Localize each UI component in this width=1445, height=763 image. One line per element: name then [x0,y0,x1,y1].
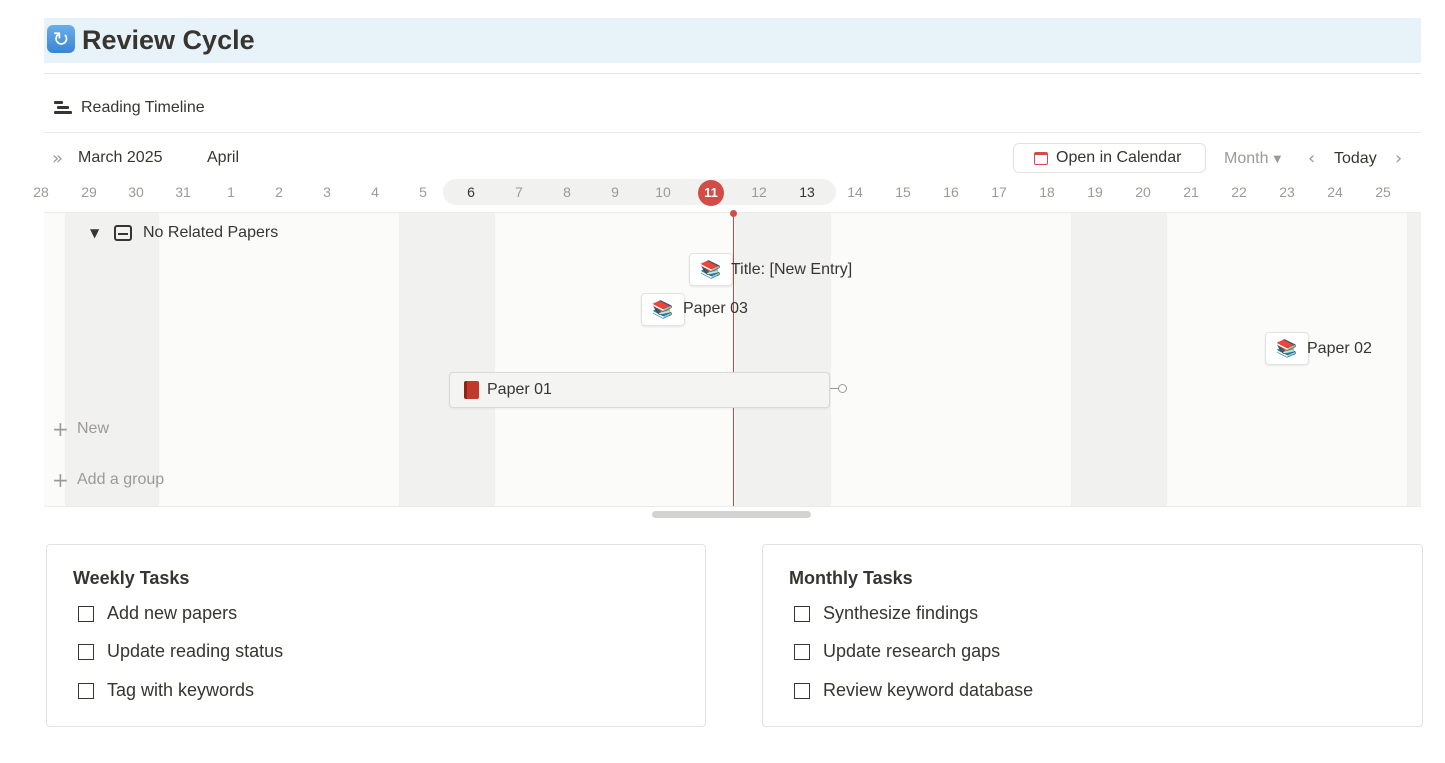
plus-icon[interactable]: + [52,468,69,492]
month-label-march: March 2025 [78,149,163,166]
monthly-tasks-title: Monthly Tasks [789,568,913,588]
checkbox[interactable] [794,643,810,660]
zoom-select-label: Month [1224,150,1269,167]
page-title[interactable]: Review Cycle [82,22,255,58]
view-divider [44,132,1421,133]
day-label: 31 [175,184,191,200]
todo-label[interactable]: Update reading status [107,641,283,662]
group-toggle-triangle-icon[interactable]: ▼ [90,226,99,240]
day-label: 29 [81,184,97,200]
day-label: 1 [227,184,235,200]
todo-item: Review keyword database [794,680,1033,701]
add-group-button[interactable]: Add a group [77,471,164,489]
timeline-item-bar[interactable]: Paper 01 [449,372,830,408]
todo-label[interactable]: Add new papers [107,603,237,624]
open-in-calendar-label: Open in Calendar [1056,149,1182,166]
weekend-shade [399,213,495,506]
todo-label[interactable]: Update research gaps [823,641,1000,662]
day-label: 30 [128,184,144,200]
books-icon[interactable]: 📚 [689,253,733,286]
weekend-shade [1407,213,1421,506]
todo-item: Update research gaps [794,641,1000,662]
day-label: 18 [1039,184,1055,200]
weekend-shade [65,213,159,506]
day-label: 14 [847,184,863,200]
open-in-calendar-button[interactable]: Open in Calendar [1013,143,1206,173]
calendar-icon [1034,151,1048,165]
weekly-tasks-title: Weekly Tasks [73,568,190,588]
todo-item: Synthesize findings [794,603,978,624]
day-label: 23 [1279,184,1295,200]
plus-icon[interactable]: + [52,417,69,441]
dependency-handle[interactable] [838,384,847,393]
timeline-icon [54,100,72,116]
day-label: 15 [895,184,911,200]
day-label: 9 [611,184,619,200]
day-label: 6 [467,184,475,200]
day-label: 19 [1087,184,1103,200]
day-label: 20 [1135,184,1151,200]
todo-label[interactable]: Review keyword database [823,680,1033,701]
day-label: 3 [323,184,331,200]
chevron-down-icon: ▼ [1273,153,1282,165]
day-label: 8 [563,184,571,200]
chevron-right-icon[interactable]: › [1395,148,1402,169]
day-label: 7 [515,184,523,200]
inbox-icon [114,225,132,241]
todo-label[interactable]: Tag with keywords [107,680,254,701]
today-line-dot [730,210,737,217]
timeline-item-label[interactable]: Paper 02 [1307,340,1372,358]
timeline-item-label[interactable]: Title: [New Entry] [731,261,852,279]
checkbox[interactable] [78,643,94,660]
today-button[interactable]: Today [1334,150,1377,168]
view-tab-reading-timeline[interactable]: Reading Timeline [81,99,205,117]
todo-item: Add new papers [78,603,237,624]
checkbox[interactable] [78,682,94,699]
timeline-bottom-divider [44,506,1421,507]
day-label: 21 [1183,184,1199,200]
day-label: 12 [751,184,767,200]
header-divider [44,73,1421,74]
day-label: 17 [991,184,1007,200]
day-label: 25 [1375,184,1391,200]
day-label: 10 [655,184,671,200]
day-label: 22 [1231,184,1247,200]
checkbox[interactable] [794,605,810,622]
checkbox[interactable] [78,605,94,622]
books-icon[interactable]: 📚 [1265,332,1309,365]
day-label: 4 [371,184,379,200]
timeline-item-label: Paper 01 [487,381,552,398]
red-book-icon [464,381,479,399]
day-label: 24 [1327,184,1343,200]
todo-item: Update reading status [78,641,283,662]
today-marker: 11 [698,180,724,206]
chevron-left-icon[interactable]: ‹ [1308,148,1315,169]
current-week-highlight [443,179,836,205]
double-chevron-right-icon[interactable]: » [52,148,63,169]
timeline-item-label[interactable]: Paper 03 [683,300,748,318]
weekend-shade [1071,213,1167,506]
books-icon[interactable]: 📚 [641,293,685,326]
day-label: 28 [33,184,49,200]
todo-label[interactable]: Synthesize findings [823,603,978,624]
day-label: 16 [943,184,959,200]
day-label: 13 [799,184,815,200]
new-item-button[interactable]: New [77,420,109,438]
todo-item: Tag with keywords [78,680,254,701]
group-label[interactable]: No Related Papers [143,224,278,242]
day-label: 2 [275,184,283,200]
zoom-select[interactable]: Month ▼ [1224,150,1281,168]
cycle-arrows-icon[interactable]: ↻ [47,25,75,53]
weekend-shade [735,213,831,506]
checkbox[interactable] [794,682,810,699]
month-label-april: April [207,149,240,166]
today-line [733,213,734,506]
day-label: 5 [419,184,427,200]
horizontal-scrollbar[interactable] [652,511,811,518]
